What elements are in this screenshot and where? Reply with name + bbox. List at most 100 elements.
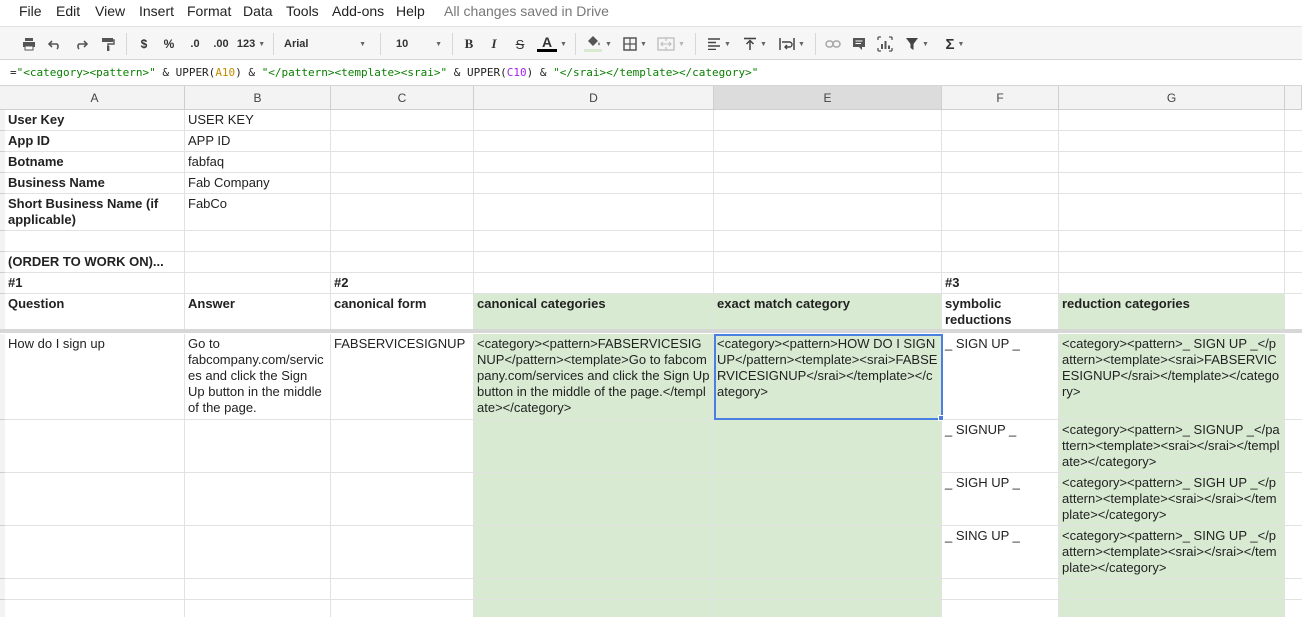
increase-decimal-button[interactable]: .00 [209,27,233,61]
cell-c12[interactable] [331,473,474,526]
paint-format-icon[interactable] [97,27,119,61]
cell-b9[interactable]: Answer [185,294,331,331]
column-header-b[interactable]: B [185,86,331,110]
cell-b13[interactable] [185,526,331,579]
cell-g13[interactable]: <category><pattern>_ SING UP _</pattern>… [1059,526,1285,579]
decrease-decimal-button[interactable]: .0 [184,27,206,61]
cell-f4[interactable] [942,173,1059,194]
cell-b8[interactable] [185,273,331,294]
cell-g15[interactable] [1059,600,1285,617]
cell-d11[interactable] [474,420,714,473]
cell-b1[interactable]: USER KEY [185,110,331,131]
cell-e9[interactable]: exact match category [714,294,942,331]
cell-c5[interactable] [331,194,474,231]
percent-button[interactable]: % [159,27,179,61]
cell-f10[interactable]: _ SIGN UP _ [942,334,1059,420]
cell-e3[interactable] [714,152,942,173]
cell-a5[interactable]: Short Business Name (if applicable) [5,194,185,231]
strikethrough-button[interactable]: S [510,27,530,61]
functions-button[interactable]: Σ ▼ [938,27,972,61]
cell-c13[interactable] [331,526,474,579]
column-header-f[interactable]: F [942,86,1059,110]
cell-c9[interactable]: canonical form [331,294,474,331]
cell-a13[interactable] [5,526,185,579]
cell-a1[interactable]: User Key [5,110,185,131]
cell-e2[interactable] [714,131,942,152]
cell-f7[interactable] [942,252,1059,273]
cell-e8[interactable] [714,273,942,294]
frozen-rows-divider[interactable] [0,329,1302,333]
cell-c14[interactable] [331,579,474,600]
column-header-g[interactable]: G [1059,86,1285,110]
cell-f15[interactable] [942,600,1059,617]
bold-button[interactable]: B [459,27,479,61]
cell-c4[interactable] [331,173,474,194]
column-header-e[interactable]: E [714,86,942,110]
redo-icon[interactable] [70,27,92,61]
text-wrapping-button[interactable]: ▼ [775,27,809,61]
cell-f3[interactable] [942,152,1059,173]
menu-view[interactable]: View [95,3,125,19]
font-family-select[interactable]: Arial ▼ [280,27,372,61]
cell-d5[interactable] [474,194,714,231]
cell-d14[interactable] [474,579,714,600]
cell-f13[interactable]: _ SING UP _ [942,526,1059,579]
cell-a14[interactable] [5,579,185,600]
cell-b12[interactable] [185,473,331,526]
print-icon[interactable] [18,27,40,61]
insert-link-button[interactable] [822,27,844,61]
cell-e7[interactable] [714,252,942,273]
cell-d3[interactable] [474,152,714,173]
cell-d4[interactable] [474,173,714,194]
cell-c15[interactable] [331,600,474,617]
merge-cells-button[interactable]: ▼ [653,27,689,61]
cell-g4[interactable] [1059,173,1285,194]
more-formats-button[interactable]: 123 ▼ [235,27,267,61]
cell-b5[interactable]: FabCo [185,194,331,231]
menu-addons[interactable]: Add-ons [332,3,384,19]
cell-e15[interactable] [714,600,942,617]
cell-c10[interactable]: FABSERVICESIGNUP [331,334,474,420]
cell-a11[interactable] [5,420,185,473]
cell-e14[interactable] [714,579,942,600]
horizontal-align-button[interactable]: ▼ [702,27,736,61]
cell-g7[interactable] [1059,252,1285,273]
insert-chart-button[interactable] [874,27,896,61]
cell-e6[interactable] [714,231,942,252]
cell-a7[interactable]: (ORDER TO WORK ON)... [5,252,185,273]
cell-g10[interactable]: <category><pattern>_ SIGN UP _</pattern>… [1059,334,1285,420]
cell-b15[interactable] [185,600,331,617]
cell-c11[interactable] [331,420,474,473]
borders-button[interactable]: ▼ [619,27,651,61]
menu-file[interactable]: File [19,3,42,19]
cell-a9[interactable]: Question [5,294,185,331]
cell-c6[interactable] [331,231,474,252]
cell-b3[interactable]: fabfaq [185,152,331,173]
cell-g11[interactable]: <category><pattern>_ SIGNUP _</pattern><… [1059,420,1285,473]
filter-button[interactable]: ▼ [900,27,934,61]
currency-button[interactable]: $ [134,27,154,61]
cell-f11[interactable]: _ SIGNUP _ [942,420,1059,473]
cell-d7[interactable] [474,252,714,273]
font-size-select[interactable]: 10 ▼ [390,27,446,61]
fill-handle[interactable] [938,415,944,421]
cell-b2[interactable]: APP ID [185,131,331,152]
cell-e12[interactable] [714,473,942,526]
cell-d13[interactable] [474,526,714,579]
cell-f14[interactable] [942,579,1059,600]
column-header-a[interactable]: A [5,86,185,110]
italic-button[interactable]: I [484,27,504,61]
cell-d2[interactable] [474,131,714,152]
cell-a4[interactable]: Business Name [5,173,185,194]
cell-d12[interactable] [474,473,714,526]
menu-help[interactable]: Help [396,3,425,19]
cell-a10[interactable]: How do I sign up [5,334,185,420]
cell-a2[interactable]: App ID [5,131,185,152]
cell-c3[interactable] [331,152,474,173]
cell-b11[interactable] [185,420,331,473]
cell-e4[interactable] [714,173,942,194]
cell-g6[interactable] [1059,231,1285,252]
cell-g5[interactable] [1059,194,1285,231]
cell-e1[interactable] [714,110,942,131]
cell-e10[interactable]: <category><pattern>HOW DO I SIGN UP</pat… [714,334,942,420]
